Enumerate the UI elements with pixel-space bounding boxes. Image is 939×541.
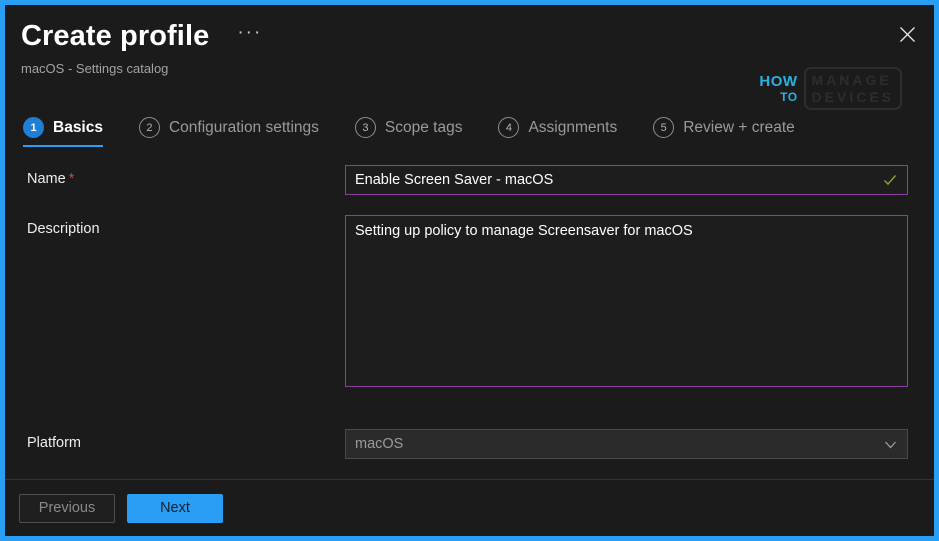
tab-scope-tags[interactable]: 3 Scope tags [354,117,463,147]
page-title: Create profile [21,19,210,52]
description-field-label: Description [27,221,100,237]
next-button[interactable]: Next [127,493,223,523]
title-row: Create profile ··· [21,17,934,56]
tab-review-create[interactable]: 5 Review + create [653,117,795,147]
platform-select[interactable]: macOS [345,429,908,459]
tab-basics[interactable]: 1 Basics [23,117,103,147]
logo-devices-text: DEVICES [811,89,894,105]
logo-how-text: HOW [759,73,798,90]
description-field-control [345,215,908,392]
description-field-row: Description [5,215,934,392]
basics-form: Name* Description Platfo [5,147,934,479]
tab-basics-label: Basics [53,118,103,136]
window-inner: Create profile ··· macOS - Settings cata… [5,5,934,536]
tab-assignments-label: Assignments [528,118,618,136]
platform-field-row: Platform macOS [5,429,934,459]
tab-configuration-settings[interactable]: 2 Configuration settings [138,117,319,147]
close-icon[interactable] [890,17,924,51]
platform-selected-value: macOS [355,436,404,452]
wizard-footer: Previous Next [5,480,934,536]
tab-scope-tags-number: 3 [354,117,376,138]
tab-assignments[interactable]: 4 Assignments [498,117,617,147]
tab-configuration-settings-label: Configuration settings [168,118,319,136]
tab-basics-number: 1 [23,117,44,138]
tab-assignments-number: 4 [498,117,520,138]
name-input[interactable] [345,165,908,195]
description-textarea[interactable] [345,215,908,387]
platform-select-wrap: macOS [345,429,908,459]
platform-field-label: Platform [27,435,81,451]
logo-text-left: HOW TO [759,74,797,103]
name-field-label: Name * [27,165,345,187]
create-profile-window: Create profile ··· macOS - Settings cata… [0,0,939,541]
previous-button[interactable]: Previous [19,493,115,523]
tab-scope-tags-label: Scope tags [384,118,463,136]
tab-review-create-label: Review + create [683,118,795,136]
tab-configuration-settings-number: 2 [138,117,160,138]
logo-manage-text: MANAGE [811,72,892,88]
window-header: Create profile ··· macOS - Settings cata… [5,5,934,110]
logo-box: MANAGE DEVICES [803,67,902,110]
tab-review-create-number: 5 [653,117,675,138]
overflow-menu-button[interactable]: ··· [231,17,268,56]
logo-to-text: TO [780,90,798,104]
required-asterisk: * [68,171,75,187]
name-field-row: Name * [5,165,934,195]
how-to-manage-devices-logo: HOW TO MANAGE DEVICES [759,67,902,110]
platform-field-control: macOS [345,429,908,459]
name-field-control [345,165,908,195]
name-label-text: Name [27,171,66,187]
